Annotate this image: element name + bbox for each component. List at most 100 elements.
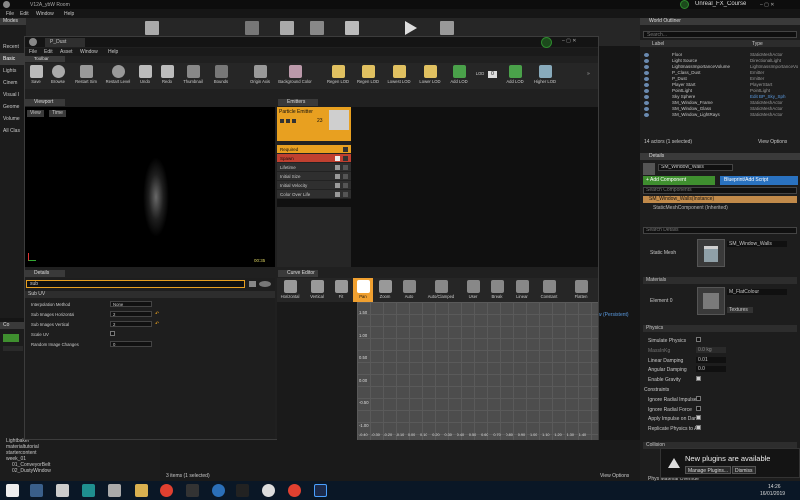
folder-icon[interactable] bbox=[135, 484, 148, 497]
curve-horizontal-button[interactable]: Horizontal bbox=[277, 278, 303, 302]
component-instance-row[interactable]: SM_Window_Walls(Instance) bbox=[643, 196, 797, 203]
curve-auto-button[interactable]: Auto bbox=[399, 278, 419, 302]
toolbar-overflow-icon[interactable]: » bbox=[587, 71, 590, 77]
physics-header[interactable]: Physics bbox=[643, 325, 797, 332]
manage-plugins-button[interactable]: Manage Plugins... bbox=[685, 466, 732, 474]
add-lod-button[interactable]: Add LOD bbox=[447, 63, 471, 87]
chrome-icon[interactable] bbox=[160, 484, 173, 497]
viewport-tab[interactable]: Viewport bbox=[25, 99, 65, 106]
search-details-input[interactable]: Search Details bbox=[643, 227, 797, 234]
visibility-icon[interactable] bbox=[644, 71, 649, 75]
taskview-icon[interactable] bbox=[30, 484, 43, 497]
outliner-tab[interactable]: World Outliner bbox=[640, 18, 800, 25]
menu-file[interactable]: File bbox=[6, 11, 14, 17]
save-icon[interactable] bbox=[145, 21, 159, 35]
search-components-input[interactable]: Search Components bbox=[643, 187, 797, 194]
visibility-icon[interactable] bbox=[644, 59, 649, 63]
cascade-toolbar-tab[interactable]: Toolbar bbox=[25, 56, 65, 62]
checkbox-checked[interactable] bbox=[696, 376, 701, 382]
curve-constant-button[interactable]: Constant bbox=[535, 278, 563, 302]
checkbox[interactable] bbox=[696, 337, 701, 342]
add-new-button[interactable] bbox=[3, 334, 19, 342]
col-label[interactable]: Label bbox=[652, 41, 664, 47]
random-changes-field[interactable]: 0 bbox=[110, 341, 152, 347]
play-icon[interactable] bbox=[405, 21, 417, 35]
source-control-icon[interactable] bbox=[541, 37, 552, 48]
modes-item-lights[interactable]: Lights bbox=[0, 65, 26, 77]
menu-help[interactable]: Help bbox=[64, 11, 74, 17]
modes-item-geometry[interactable]: Geome bbox=[0, 101, 26, 113]
app-icon[interactable] bbox=[186, 484, 199, 497]
emitter-toggle-icon[interactable] bbox=[280, 119, 284, 123]
module-lifetime[interactable]: Lifetime bbox=[277, 163, 351, 172]
curve-auto-clamped-button[interactable]: Auto/Clamped bbox=[423, 278, 459, 302]
blueprints-icon[interactable] bbox=[280, 21, 294, 35]
visibility-icon[interactable] bbox=[644, 53, 649, 57]
textures-button[interactable]: Textures bbox=[727, 307, 753, 313]
materials-header[interactable]: Materials bbox=[643, 277, 797, 284]
add-component-button[interactable]: + Add Component bbox=[643, 176, 715, 185]
lod-value[interactable]: 0 bbox=[488, 71, 497, 78]
module-spawn[interactable]: Spawn bbox=[277, 154, 351, 163]
material-thumbnail[interactable] bbox=[697, 287, 725, 315]
grid-view-icon[interactable] bbox=[249, 281, 256, 287]
emitters-tab[interactable]: Emitters bbox=[278, 99, 318, 106]
cascade-menu-file[interactable]: File bbox=[29, 49, 37, 55]
module-initial-velocity[interactable]: Initial Velocity bbox=[277, 181, 351, 190]
scale-uv-checkbox[interactable] bbox=[110, 331, 115, 336]
save-button[interactable]: Save bbox=[27, 63, 45, 87]
checkbox-checked[interactable] bbox=[696, 415, 701, 421]
bounds-button[interactable]: Bounds bbox=[209, 63, 233, 87]
details-tab[interactable]: Details bbox=[640, 153, 800, 160]
undo-button[interactable]: Undo bbox=[135, 63, 155, 87]
cascade-menu-edit[interactable]: Edit bbox=[44, 49, 53, 55]
outliner-row[interactable]: SM_Window_LightRays StaticMeshActor bbox=[640, 112, 800, 118]
modes-item-visual[interactable]: Visual I bbox=[0, 89, 26, 101]
menu-edit[interactable]: Edit bbox=[20, 11, 29, 17]
lowest-lod-button[interactable]: Lowest LOD bbox=[385, 63, 413, 87]
module-color-over-life[interactable]: Color Over Life bbox=[277, 190, 351, 199]
app-icon[interactable] bbox=[56, 484, 69, 497]
curve-flatten-button[interactable]: Flatten bbox=[569, 278, 593, 302]
add-lod-button-2[interactable]: Add LOD bbox=[503, 63, 527, 87]
static-mesh-thumbnail[interactable] bbox=[697, 239, 725, 267]
modes-item-basic[interactable]: Basic bbox=[0, 53, 26, 65]
epic-launcher-icon[interactable] bbox=[236, 484, 249, 497]
modes-item-cinematic[interactable]: Cinem bbox=[0, 77, 26, 89]
actor-name-field[interactable]: SM_Window_Walls bbox=[658, 164, 733, 171]
checkbox[interactable] bbox=[696, 405, 701, 411]
launch-icon[interactable] bbox=[440, 21, 454, 35]
material-dropdown[interactable]: M_FlatColour bbox=[727, 289, 787, 295]
outliner-search[interactable]: Search... bbox=[643, 31, 797, 38]
module-required[interactable]: Required bbox=[277, 145, 351, 154]
emitter-mode-icon[interactable] bbox=[292, 119, 296, 123]
visibility-icon[interactable] bbox=[644, 65, 649, 69]
visibility-icon[interactable] bbox=[644, 77, 649, 81]
visibility-icon[interactable] bbox=[644, 89, 649, 93]
curve-pan-button[interactable]: Pan bbox=[353, 278, 373, 302]
settings-icon[interactable] bbox=[245, 21, 259, 35]
app-icon[interactable] bbox=[212, 484, 225, 497]
reset-icon[interactable]: ↶ bbox=[155, 321, 159, 327]
interp-method-dropdown[interactable]: None bbox=[110, 301, 152, 307]
cascade-doc-tab[interactable]: P_Dust bbox=[45, 38, 85, 47]
chrome-icon[interactable] bbox=[288, 484, 301, 497]
static-mesh-dropdown[interactable]: SM_Window_Walls bbox=[727, 241, 787, 247]
visibility-icon[interactable] bbox=[644, 83, 649, 87]
content-browser-tab[interactable]: Co bbox=[0, 322, 26, 329]
details-search-input[interactable]: sub bbox=[26, 280, 245, 288]
view-button[interactable]: View bbox=[27, 110, 44, 117]
checkbox-checked[interactable] bbox=[696, 425, 701, 431]
folder-dustywindow[interactable]: 02_DustyWindow bbox=[0, 468, 160, 474]
higher-lod-button[interactable]: Higher LOD bbox=[531, 63, 559, 87]
curve-editor-tab[interactable]: Curve Editor bbox=[278, 270, 318, 277]
emitter-solo-icon[interactable] bbox=[286, 119, 290, 123]
visibility-icon[interactable] bbox=[644, 101, 649, 105]
dismiss-button[interactable]: Dismiss bbox=[732, 466, 756, 474]
curve-zoom-button[interactable]: Zoom bbox=[375, 278, 395, 302]
visibility-icon[interactable] bbox=[644, 113, 649, 117]
window-controls[interactable]: – ▢ ✕ bbox=[760, 2, 774, 8]
modes-item-all-classes[interactable]: All Clas bbox=[0, 125, 26, 137]
curve-vertical-button[interactable]: Vertical bbox=[305, 278, 329, 302]
visibility-icon[interactable] bbox=[644, 107, 649, 111]
